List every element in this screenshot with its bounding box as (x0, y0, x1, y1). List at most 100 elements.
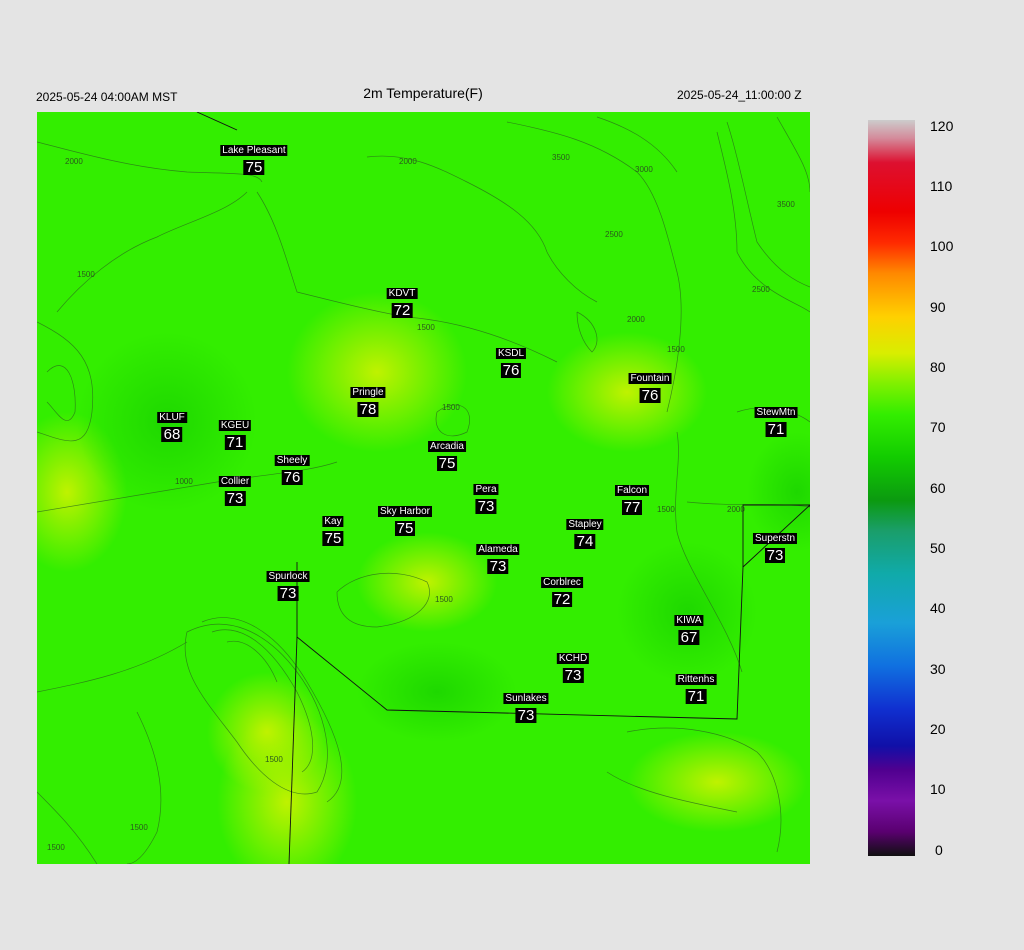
contour-label: 1500 (47, 843, 65, 852)
station-value: 71 (765, 421, 787, 438)
colorbar-tick: 10 (930, 781, 946, 797)
station-value: 75 (322, 530, 344, 547)
station-name: KGEU (218, 420, 252, 431)
station-name: Sky Harbor (377, 506, 433, 517)
station-name: Rittenhs (675, 674, 717, 685)
colorbar-tick: 30 (930, 661, 946, 677)
station-marker: KGEU 71 (218, 415, 252, 451)
station-value: 67 (678, 629, 700, 646)
station-name: KIWA (674, 615, 704, 626)
station-name: Kay (322, 516, 344, 527)
contour-label: 1500 (657, 505, 675, 514)
station-marker: KSDL 76 (495, 343, 527, 379)
station-value: 73 (487, 558, 509, 575)
station-name: Fountain (628, 373, 672, 384)
colorbar-tick: 60 (930, 480, 946, 496)
station-name: KCHD (556, 653, 590, 664)
station-marker: KCHD 73 (556, 648, 590, 684)
station-value: 76 (639, 387, 661, 404)
station-value: 76 (500, 362, 522, 379)
station-marker: Fountain 76 (628, 368, 672, 404)
station-marker: StewMtn 71 (754, 402, 798, 438)
contour-label: 3500 (777, 200, 795, 209)
station-marker: Rittenhs 71 (675, 669, 717, 705)
station-value: 71 (685, 688, 707, 705)
station-name: Corblrec (541, 577, 583, 588)
station-value: 73 (764, 547, 786, 564)
station-name: Pera (473, 484, 499, 495)
station-name: Lake Pleasant (220, 145, 288, 156)
station-marker: KIWA 67 (674, 610, 704, 646)
station-name: Pringle (350, 387, 386, 398)
station-marker: Kay 75 (322, 511, 344, 547)
station-name: Collier (218, 476, 252, 487)
temperature-map: 2000 3500 3000 2000 1500 2500 2000 1500 … (37, 112, 810, 864)
colorbar-tick: 110 (930, 178, 953, 194)
colorbar-tick: 20 (930, 721, 946, 737)
station-value: 73 (562, 667, 584, 684)
station-value: 76 (281, 469, 303, 486)
colorbar-tick: 0 (935, 842, 943, 858)
station-name: Alameda (476, 544, 520, 555)
station-marker: Arcadia 75 (428, 436, 466, 471)
contour-label: 1500 (130, 823, 148, 832)
contour-label: 2000 (627, 315, 645, 324)
contour-label: 1500 (435, 595, 453, 604)
station-value: 77 (621, 499, 643, 516)
contour-label: 3500 (552, 153, 570, 162)
station-marker: Lake Pleasant 75 (220, 140, 288, 176)
station-value: 75 (394, 520, 416, 537)
station-value: 72 (391, 302, 413, 319)
station-value: 73 (515, 707, 537, 724)
station-name: KSDL (495, 348, 527, 359)
colorbar-tick: 70 (930, 419, 946, 435)
station-marker: Corblrec 72 (541, 572, 583, 607)
contour-label: 1000 (175, 477, 193, 486)
station-value: 71 (224, 434, 246, 451)
contour-label: 3000 (635, 165, 653, 174)
contour-label: 2000 (727, 505, 745, 514)
station-value: 73 (277, 585, 299, 602)
station-marker: Sheely 76 (274, 450, 310, 486)
contour-label: 2000 (65, 157, 83, 166)
colorbar-tick: 100 (930, 238, 954, 254)
contour-label: 2500 (605, 230, 623, 239)
colorbar-tick: 50 (930, 540, 946, 556)
contour-label: 1500 (417, 323, 435, 332)
station-value: 68 (161, 426, 183, 443)
station-value: 73 (475, 498, 497, 515)
station-marker: Sky Harbor 75 (377, 501, 433, 537)
station-value: 78 (357, 401, 379, 418)
station-marker: Spurlock 73 (266, 566, 310, 602)
valid-time-utc: 2025-05-24_11:00:00 Z (677, 88, 802, 102)
station-marker: Pera 73 (473, 479, 499, 515)
station-marker: Collier 73 (218, 471, 252, 507)
station-marker: KDVT 72 (386, 283, 418, 319)
station-name: Arcadia (428, 441, 466, 452)
station-name: Sheely (274, 455, 310, 466)
station-marker: Alameda 73 (476, 539, 520, 575)
contour-label: 1500 (265, 755, 283, 764)
station-value: 75 (436, 455, 458, 472)
station-name: KDVT (386, 288, 418, 299)
station-marker: Falcon 77 (614, 480, 650, 516)
colorbar-tick: 90 (930, 299, 946, 315)
station-marker: KLUF 68 (157, 407, 187, 442)
contour-label: 2500 (752, 285, 770, 294)
station-name: Falcon (614, 485, 650, 496)
station-value: 75 (243, 159, 265, 176)
station-name: Spurlock (266, 571, 310, 582)
colorbar-tick: 40 (930, 600, 946, 616)
station-value: 74 (574, 533, 596, 550)
temperature-colorbar (868, 120, 915, 856)
contour-label: 1500 (667, 345, 685, 354)
colorbar-tick: 120 (930, 118, 954, 134)
station-marker: Superstn 73 (752, 528, 798, 564)
station-name: KLUF (157, 412, 187, 423)
contour-label: 1500 (77, 270, 95, 279)
station-marker: Stapley 74 (566, 514, 604, 550)
contour-label: 1500 (442, 403, 460, 412)
station-name: StewMtn (754, 407, 798, 418)
station-name: Stapley (566, 519, 604, 530)
station-value: 73 (224, 490, 246, 507)
